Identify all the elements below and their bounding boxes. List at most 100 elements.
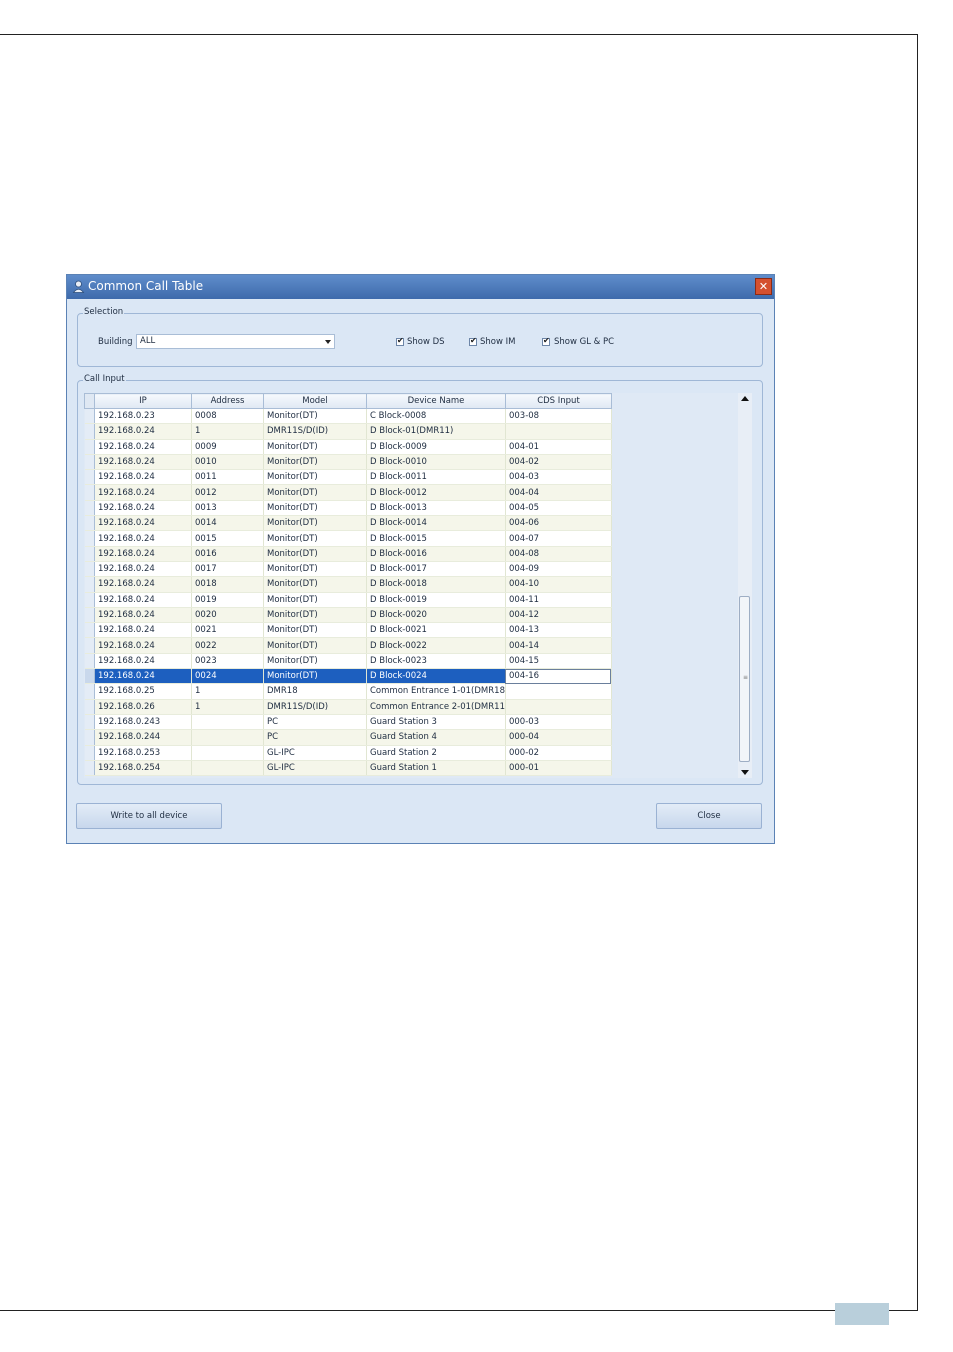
row-header[interactable] [84,745,95,761]
cell-cds-input[interactable]: 004-04 [505,484,612,501]
row-header[interactable] [84,683,95,700]
cell-cds-input[interactable]: 004-10 [505,576,612,593]
table-row[interactable]: 192.168.0.24 0024 Monitor(DT) D Block-0024 0… [84,668,612,685]
cell-address[interactable]: 0022 [191,637,264,654]
cell-model[interactable]: GL-IPC [263,760,367,777]
cell-ip[interactable]: 192.168.0.253 [94,745,192,761]
cell-cds-input[interactable]: 000-02 [505,745,612,761]
cell-cds-input[interactable]: 004-13 [505,622,612,639]
cell-model[interactable]: Monitor(DT) [263,439,367,455]
cell-model[interactable]: PC [263,714,367,731]
table-row[interactable]: 192.168.0.23 0008 Monitor(DT) C Block-0008 0… [84,408,612,425]
cell-cds-input[interactable]: 004-08 [505,546,612,562]
cell-ip[interactable]: 192.168.0.24 [94,607,192,624]
cell-cds-input[interactable] [505,699,612,715]
table-row[interactable]: 192.168.0.24 0014 Monitor(DT) D Block-0014 0… [84,515,612,532]
vertical-scrollbar[interactable]: ≡ [738,393,752,778]
cell-cds-input[interactable]: 004-11 [505,592,612,608]
cell-cds-input[interactable]: 004-06 [505,515,612,532]
cell-address[interactable]: 1 [191,423,264,440]
row-header[interactable] [84,561,95,578]
row-header[interactable] [84,592,95,608]
cell-device-name[interactable]: D Block-01(DMR11) [366,423,506,440]
cell-cds-input[interactable]: 004-05 [505,500,612,517]
cell-model[interactable]: Monitor(DT) [263,469,367,486]
cell-cds-input[interactable] [505,423,612,440]
cell-model[interactable]: Monitor(DT) [263,637,367,654]
cell-device-name[interactable]: D Block-0023 [366,653,506,670]
cell-address[interactable]: 1 [191,699,264,715]
cell-model[interactable]: Monitor(DT) [263,530,367,547]
cell-ip[interactable]: 192.168.0.243 [94,714,192,731]
cell-ip[interactable]: 192.168.0.24 [94,515,192,532]
cell-model[interactable]: Monitor(DT) [263,500,367,517]
show-ds-checkbox[interactable]: ✔ [396,336,404,346]
row-header[interactable] [84,637,95,654]
cell-model[interactable]: Monitor(DT) [263,622,367,639]
cell-model[interactable]: DMR11S/D(ID) [263,699,367,715]
table-row[interactable]: 192.168.0.24 0019 Monitor(DT) D Block-0019 0… [84,592,612,608]
row-header[interactable] [84,408,95,425]
close-icon[interactable]: ✕ [755,278,772,295]
cell-ip[interactable]: 192.168.0.24 [94,500,192,517]
row-header[interactable] [84,439,95,455]
cell-ip[interactable]: 192.168.0.24 [94,622,192,639]
row-header[interactable] [84,576,95,593]
show-im-checkbox[interactable]: ✔ [469,336,477,346]
cell-address[interactable] [191,729,264,746]
cell-device-name[interactable]: D Block-0014 [366,515,506,532]
cell-ip[interactable]: 192.168.0.24 [94,576,192,593]
cell-address[interactable]: 0014 [191,515,264,532]
cell-cds-input[interactable]: 004-15 [505,653,612,670]
cell-model[interactable]: Monitor(DT) [263,668,367,685]
cell-cds-input[interactable]: 000-01 [505,760,612,777]
write-to-all-device-button[interactable]: Write to all device [76,803,222,829]
cell-cds-input[interactable]: 004-07 [505,530,612,547]
cell-ip[interactable]: 192.168.0.23 [94,408,192,425]
cell-address[interactable]: 0011 [191,469,264,486]
cell-device-name[interactable]: C Block-0008 [366,408,506,425]
cell-cds-input[interactable]: 004-09 [505,561,612,578]
row-header[interactable] [84,714,95,731]
cell-address[interactable]: 0009 [191,439,264,455]
table-row[interactable]: 192.168.0.24 1 DMR11S/D(ID) D Block-01(DMR1… [84,423,612,440]
show-gl-pc-checkbox[interactable]: ✔ [542,336,550,346]
cell-ip[interactable]: 192.168.0.24 [94,484,192,501]
table-row[interactable]: 192.168.0.24 0013 Monitor(DT) D Block-0013 0… [84,500,612,517]
cell-cds-input[interactable]: 004-16 [505,668,612,685]
cell-ip[interactable]: 192.168.0.24 [94,637,192,654]
cell-ip[interactable]: 192.168.0.25 [94,683,192,700]
row-header[interactable] [84,668,95,685]
cell-ip[interactable]: 192.168.0.24 [94,668,192,685]
row-header[interactable] [84,699,95,715]
cell-device-name[interactable]: D Block-0018 [366,576,506,593]
cell-cds-input[interactable]: 004-02 [505,454,612,471]
cell-ip[interactable]: 192.168.0.24 [94,592,192,608]
table-row[interactable]: 192.168.0.25 1 DMR18 Common Entrance 1-01(D… [84,683,612,700]
cell-model[interactable]: Monitor(DT) [263,408,367,425]
cell-model[interactable]: Monitor(DT) [263,592,367,608]
cell-address[interactable]: 0008 [191,408,264,425]
cell-ip[interactable]: 192.168.0.26 [94,699,192,715]
scrollbar-thumb[interactable]: ≡ [739,596,750,762]
cell-address[interactable]: 0012 [191,484,264,501]
table-row[interactable]: 192.168.0.24 0017 Monitor(DT) D Block-0017 0… [84,561,612,578]
cell-ip[interactable]: 192.168.0.24 [94,454,192,471]
cell-model[interactable]: Monitor(DT) [263,484,367,501]
row-header[interactable] [84,530,95,547]
cell-address[interactable]: 0015 [191,530,264,547]
cell-ip[interactable]: 192.168.0.254 [94,760,192,777]
cell-device-name[interactable]: D Block-0013 [366,500,506,517]
row-header[interactable] [84,622,95,639]
cell-address[interactable]: 1 [191,683,264,700]
cell-device-name[interactable]: Common Entrance 2-01(DMR11 [366,699,506,715]
row-header[interactable] [84,729,95,746]
table-row[interactable]: 192.168.0.24 0016 Monitor(DT) D Block-0016 0… [84,546,612,562]
cell-model[interactable]: Monitor(DT) [263,607,367,624]
cell-address[interactable] [191,760,264,777]
cell-address[interactable]: 0023 [191,653,264,670]
table-row[interactable]: 192.168.0.24 0023 Monitor(DT) D Block-0023 0… [84,653,612,670]
cell-cds-input[interactable]: 004-03 [505,469,612,486]
cell-address[interactable]: 0017 [191,561,264,578]
table-row[interactable]: 192.168.0.24 0022 Monitor(DT) D Block-0022 0… [84,637,612,654]
